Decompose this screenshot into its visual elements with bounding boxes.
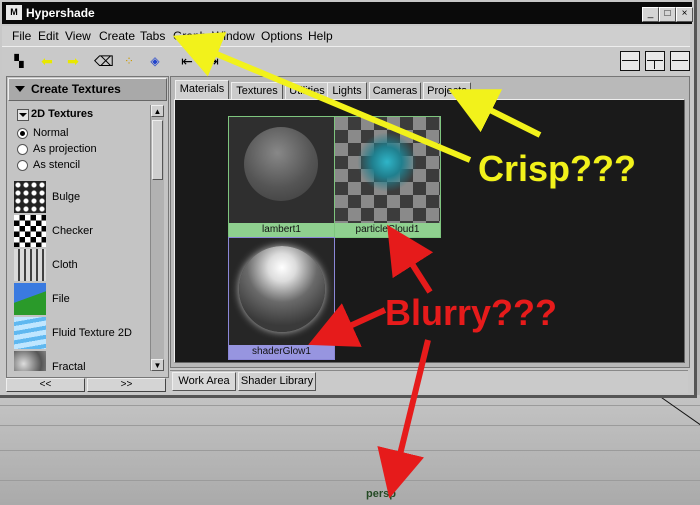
texture-item-cloth[interactable]: Cloth bbox=[14, 249, 150, 281]
texture-item-checker[interactable]: Checker bbox=[14, 215, 150, 247]
graph-connections-icon[interactable]: ◈ bbox=[146, 52, 164, 70]
section-2d-textures[interactable]: 2D Textures bbox=[13, 107, 153, 123]
scroll-right-button[interactable]: >> bbox=[87, 378, 166, 392]
maximize-button[interactable]: □ bbox=[659, 7, 676, 22]
texture-label: Bulge bbox=[52, 191, 81, 203]
particlecloud-swatch bbox=[335, 117, 440, 223]
grid-line bbox=[0, 405, 700, 406]
texture-item-bulge[interactable]: Bulge bbox=[14, 181, 150, 213]
maya-logo-icon: M bbox=[6, 5, 22, 20]
bulge-icon bbox=[14, 181, 46, 213]
tab-cameras[interactable]: Cameras bbox=[369, 82, 421, 99]
node-label: lambert1 bbox=[229, 223, 334, 237]
grid-line bbox=[0, 450, 700, 451]
persp-viewport[interactable] bbox=[0, 395, 700, 505]
scroll-down-icon[interactable]: ▼ bbox=[151, 359, 164, 371]
eraser-icon[interactable]: ⌫ bbox=[94, 52, 114, 70]
material-node-shaderglow1[interactable]: shaderGlow1 bbox=[228, 237, 335, 360]
create-panel: Create Textures 2D Textures Normal As pr… bbox=[6, 76, 169, 378]
file-icon bbox=[14, 283, 46, 315]
arrow-right-icon[interactable]: ➡ bbox=[64, 52, 82, 70]
create-panel-nav: << >> bbox=[6, 378, 167, 393]
texture-label: File bbox=[52, 293, 70, 305]
minimize-button[interactable]: _ bbox=[642, 7, 659, 22]
layout-split-icon[interactable] bbox=[645, 51, 665, 71]
fractal-icon bbox=[14, 351, 46, 371]
radio-as-projection[interactable]: As projection bbox=[17, 143, 147, 157]
texture-label: Fractal bbox=[52, 361, 86, 371]
create-panel-scrollbar[interactable]: ▲ ▼ bbox=[150, 105, 164, 371]
viewport-camera-label: persp bbox=[366, 488, 396, 500]
texture-item-file[interactable]: File bbox=[14, 283, 150, 315]
create-textures-dropdown[interactable]: Create Textures bbox=[8, 78, 167, 101]
hypershade-window: M Hypershade _ □ × File Edit View Create… bbox=[0, 0, 697, 398]
title-bar[interactable]: M Hypershade _ □ × bbox=[2, 2, 693, 24]
texture-item-fractal[interactable]: Fractal bbox=[14, 351, 150, 371]
toolbar: ▚ ⬅ ➡ ⌫ ⁘ ◈ ⇤ ⇥ bbox=[2, 46, 690, 75]
menu-graph[interactable]: Graph bbox=[173, 29, 206, 43]
node-label: particleCloud1 bbox=[335, 223, 440, 237]
menu-edit[interactable]: Edit bbox=[38, 29, 59, 43]
grid-line bbox=[0, 480, 700, 481]
arrow-left-icon[interactable]: ⬅ bbox=[38, 52, 56, 70]
section-title: 2D Textures bbox=[31, 108, 94, 120]
graph-network-icon[interactable]: ⁘ bbox=[120, 52, 138, 70]
create-panel-title: Create Textures bbox=[31, 82, 121, 96]
window-title: Hypershade bbox=[26, 6, 95, 20]
texture-item-fluid-texture-2d[interactable]: Fluid Texture 2D bbox=[14, 317, 150, 349]
dropdown-arrow-icon bbox=[15, 86, 25, 92]
layout-stacked-icon[interactable] bbox=[670, 51, 690, 71]
material-node-particlecloud1[interactable]: particleCloud1 bbox=[334, 116, 441, 238]
scroll-thumb[interactable] bbox=[152, 120, 163, 180]
close-button[interactable]: × bbox=[676, 7, 693, 22]
radio-as-stencil[interactable]: As stencil bbox=[17, 159, 147, 173]
menu-bar: File Edit View Create Tabs Graph Window … bbox=[2, 26, 690, 46]
menu-tabs[interactable]: Tabs bbox=[140, 29, 165, 43]
collapse-icon[interactable] bbox=[17, 109, 29, 121]
radio-normal[interactable]: Normal bbox=[17, 127, 147, 141]
shaderglow-swatch bbox=[229, 238, 334, 345]
menu-view[interactable]: View bbox=[65, 29, 91, 43]
lambert-swatch bbox=[229, 117, 334, 223]
tab-projects[interactable]: Projects bbox=[423, 82, 471, 99]
scroll-up-icon[interactable]: ▲ bbox=[151, 105, 164, 117]
tab-work-area[interactable]: Work Area bbox=[172, 372, 236, 391]
node-label: shaderGlow1 bbox=[229, 345, 334, 359]
annotation-blurry: Blurry??? bbox=[385, 292, 558, 333]
grid-line bbox=[0, 425, 700, 426]
create-panel-toggle-icon[interactable]: ▚ bbox=[10, 52, 28, 70]
texture-label: Checker bbox=[52, 225, 93, 237]
layout-top-bottom-icon[interactable] bbox=[620, 51, 640, 71]
scroll-left-button[interactable]: << bbox=[6, 378, 85, 392]
import-icon[interactable]: ⇤ bbox=[178, 52, 196, 70]
radio-label: As projection bbox=[33, 143, 97, 155]
top-tabs: Materials Textures Utilities Lights Came… bbox=[173, 80, 683, 100]
annotation-crisp: Crisp??? bbox=[478, 148, 636, 189]
radio-icon[interactable] bbox=[17, 144, 28, 155]
tab-lights[interactable]: Lights bbox=[327, 82, 367, 99]
bottom-tabs: Work Area Shader Library bbox=[170, 370, 688, 393]
tab-materials[interactable]: Materials bbox=[175, 80, 229, 100]
menu-file[interactable]: File bbox=[12, 29, 31, 43]
radio-icon[interactable] bbox=[17, 128, 28, 139]
tab-shader-library[interactable]: Shader Library bbox=[238, 372, 316, 391]
export-icon[interactable]: ⇥ bbox=[204, 52, 222, 70]
tab-textures[interactable]: Textures bbox=[231, 82, 283, 99]
texture-label: Cloth bbox=[52, 259, 78, 271]
tab-utilities[interactable]: Utilities bbox=[285, 82, 329, 99]
material-node-lambert1[interactable]: lambert1 bbox=[228, 116, 335, 238]
menu-create[interactable]: Create bbox=[99, 29, 135, 43]
fluid-texture-icon bbox=[14, 317, 46, 349]
checker-icon bbox=[14, 215, 46, 247]
menu-options[interactable]: Options bbox=[261, 29, 302, 43]
texture-label: Fluid Texture 2D bbox=[52, 327, 132, 339]
radio-label: Normal bbox=[33, 127, 69, 139]
menu-help[interactable]: Help bbox=[308, 29, 333, 43]
cloth-icon bbox=[14, 249, 46, 281]
radio-icon[interactable] bbox=[17, 160, 28, 171]
radio-label: As stencil bbox=[33, 159, 81, 171]
menu-window[interactable]: Window bbox=[212, 29, 255, 43]
